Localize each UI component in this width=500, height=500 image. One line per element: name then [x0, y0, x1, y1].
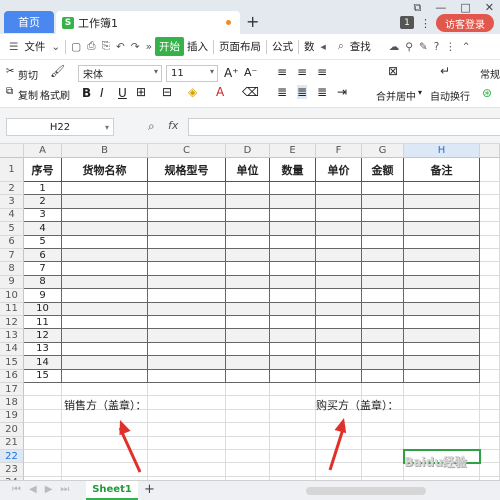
- font-name-select[interactable]: 宋体 ▾: [78, 65, 162, 82]
- tab-count-badge[interactable]: 1: [400, 16, 414, 29]
- new-tab-button[interactable]: +: [246, 12, 259, 31]
- document-tab-label: 工作簿1: [78, 16, 118, 30]
- spreadsheet-grid[interactable]: A B C D E F G H 1 2 3 4 5 6 7 8 9 10 11 12 13 14 15 16 17 18 19 20 2…: [0, 144, 500, 480]
- chevron-down-icon: ▾: [104, 122, 109, 132]
- more-icon[interactable]: ⋮: [420, 17, 431, 30]
- bold-button[interactable]: B: [82, 86, 91, 100]
- number-format-select[interactable]: 常规: [480, 66, 500, 81]
- copy-icon[interactable]: ⧉: [6, 86, 13, 97]
- more-chevron-icon[interactable]: »: [143, 41, 155, 53]
- cell-name-box[interactable]: H22 ▾: [6, 118, 114, 136]
- cloud-icon[interactable]: ☁: [386, 41, 403, 53]
- merge-cells-icon[interactable]: ⊠: [388, 64, 398, 78]
- underline-button[interactable]: U: [118, 86, 127, 100]
- font-name-value: 宋体: [83, 70, 103, 81]
- home-tab[interactable]: 首页: [4, 11, 54, 33]
- pen-icon[interactable]: ✎: [416, 41, 431, 53]
- font-size-value: 11: [171, 68, 184, 79]
- chevron-down-icon[interactable]: ▾: [418, 88, 422, 97]
- title-tab-strip: 首页 S 工作簿1 + ⧉ — □ ✕ 1 ⋮ 访客登录: [0, 0, 500, 34]
- align-right-icon[interactable]: ≣: [317, 85, 327, 99]
- tab-formula[interactable]: 公式: [269, 39, 296, 54]
- redo-icon[interactable]: ↷: [128, 41, 143, 53]
- buyer-arrow-icon-shaft: [328, 425, 346, 471]
- help-icon[interactable]: ?: [431, 41, 443, 53]
- currency-icon[interactable]: ⊛: [482, 86, 492, 100]
- zoom-search-icon[interactable]: ⌕: [148, 119, 155, 134]
- collapse-ribbon-icon[interactable]: ⌃: [459, 41, 474, 53]
- font-size-select[interactable]: 11 ▾: [166, 65, 218, 82]
- merge-center-button[interactable]: 合并居中: [376, 88, 416, 103]
- restore-window-icon[interactable]: ⧉: [414, 1, 422, 15]
- formula-bar: H22 ▾ ⌕ fx: [0, 108, 500, 144]
- file-menu[interactable]: 文件: [21, 39, 48, 54]
- align-middle-icon[interactable]: ≡: [297, 65, 307, 79]
- align-center-icon[interactable]: ≣: [297, 85, 308, 99]
- sheet-navigation-icons[interactable]: ⏮◀▶⏭: [12, 484, 77, 495]
- divider: [266, 39, 268, 54]
- divider: [65, 39, 67, 54]
- document-tab[interactable]: S 工作簿1: [56, 11, 240, 34]
- close-window-icon[interactable]: ✕: [485, 1, 494, 15]
- formula-input[interactable]: [188, 118, 500, 136]
- share-icon[interactable]: ⚲: [402, 41, 416, 53]
- watermark: Baidu经验: [404, 455, 467, 469]
- sheet-tab-bar: ⏮◀▶⏭ Sheet1 +: [0, 480, 500, 500]
- cell-style-icon[interactable]: ⊟: [162, 85, 172, 99]
- hamburger-menu-icon[interactable]: ☰: [6, 41, 21, 53]
- format-painter-button[interactable]: 格式刷: [40, 87, 70, 102]
- decrease-font-icon[interactable]: A⁻: [244, 66, 257, 79]
- maximize-window-icon[interactable]: □: [460, 1, 470, 15]
- cut-button[interactable]: 剪切: [18, 67, 38, 82]
- buyer-arrow-icon: [334, 418, 347, 434]
- cell-reference: H22: [49, 121, 71, 133]
- divider: [298, 39, 300, 54]
- seller-arrow-icon: [119, 420, 131, 436]
- wrap-text-icon[interactable]: ↵: [440, 64, 450, 78]
- format-painter-icon[interactable]: 🖌: [50, 64, 65, 78]
- font-color-icon[interactable]: A: [216, 85, 224, 99]
- divider: [213, 39, 215, 54]
- spreadsheet-logo-icon: S: [62, 16, 74, 29]
- minimize-window-icon[interactable]: —: [435, 1, 446, 15]
- scissors-icon[interactable]: ✂: [6, 66, 14, 77]
- italic-button[interactable]: I: [100, 86, 104, 100]
- wrap-text-button[interactable]: 自动换行: [430, 88, 470, 103]
- add-sheet-button[interactable]: +: [144, 482, 155, 497]
- align-bottom-icon[interactable]: ≡: [317, 65, 327, 79]
- scroll-tabs-icon[interactable]: ◂: [318, 41, 329, 53]
- chevron-down-icon[interactable]: ⌄: [48, 41, 63, 53]
- tab-home-ribbon[interactable]: 开始: [155, 37, 185, 56]
- search-icon[interactable]: ⌕: [335, 40, 347, 53]
- eraser-icon[interactable]: ⌫: [242, 85, 259, 99]
- unsaved-dot-icon: [226, 20, 231, 25]
- chevron-down-icon: ▾: [209, 67, 214, 76]
- align-top-icon[interactable]: ≡: [277, 65, 287, 79]
- fill-color-icon[interactable]: ◈: [188, 85, 197, 99]
- copy-button[interactable]: 复制: [18, 87, 38, 102]
- border-icon[interactable]: ⊞: [136, 85, 146, 99]
- chevron-down-icon: ▾: [153, 67, 158, 76]
- sheet-tab-active[interactable]: Sheet1: [86, 481, 138, 500]
- save-icon[interactable]: ▢: [68, 41, 84, 53]
- ribbon-toolbar: ✂ 剪切 ⧉ 复制 🖌 格式刷 宋体 ▾ 11 ▾ A⁺ A⁻ B I U ⊞ …: [0, 60, 500, 108]
- tab-insert[interactable]: 插入: [184, 39, 211, 54]
- annotation-arrows: [118, 418, 347, 473]
- tab-data[interactable]: 数: [301, 39, 318, 54]
- indent-icon[interactable]: ⇥: [337, 85, 347, 99]
- tab-page-layout[interactable]: 页面布局: [216, 39, 264, 54]
- search-label[interactable]: 查找: [347, 39, 374, 54]
- function-icon[interactable]: fx: [168, 119, 178, 132]
- print-icon[interactable]: ⎘: [99, 40, 113, 53]
- undo-icon[interactable]: ↶: [113, 41, 128, 53]
- increase-font-icon[interactable]: A⁺: [224, 66, 239, 80]
- menu-bar: ☰ 文件 ⌄ ▢ ⎙ ⎘ ↶ ↷ » 开始 插入 页面布局 公式 数 ◂ ⌕ 查…: [0, 34, 500, 60]
- more-options-icon[interactable]: ⋮: [442, 41, 459, 53]
- align-left-icon[interactable]: ≣: [277, 85, 287, 99]
- print-preview-icon[interactable]: ⎙: [84, 40, 98, 53]
- guest-login-button[interactable]: 访客登录: [436, 14, 494, 32]
- seller-arrow-icon-shaft: [118, 427, 142, 473]
- window-controls: ⧉ — □ ✕: [414, 1, 494, 15]
- horizontal-scrollbar[interactable]: [306, 487, 426, 495]
